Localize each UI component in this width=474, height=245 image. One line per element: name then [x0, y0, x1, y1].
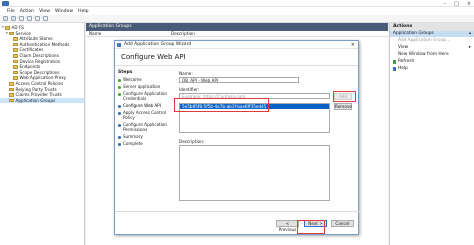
- cancel-button[interactable]: Cancel: [331, 220, 354, 227]
- action-refresh[interactable]: Refresh: [390, 58, 474, 65]
- help-icon: [392, 67, 396, 71]
- folder-icon: [13, 37, 18, 41]
- results-header: Application Groups: [86, 23, 388, 31]
- step-label: Configure Web API: [123, 102, 161, 108]
- action-label: New Window from Here: [398, 52, 449, 57]
- up-folder-icon[interactable]: [19, 16, 24, 21]
- step-current-icon: [118, 104, 121, 108]
- actions-pane: Actions Application Groups ▴ Add Applica…: [389, 23, 474, 245]
- refresh-icon: [392, 60, 396, 64]
- step-label: Apply Access Control Policy: [123, 110, 166, 120]
- wizard-title: Add Application Group Wizard: [124, 42, 192, 47]
- submenu-arrow-icon: ▸: [468, 45, 471, 50]
- step-label: Summary: [123, 133, 143, 139]
- step-pending-icon: [118, 123, 121, 127]
- menu-view[interactable]: View: [39, 9, 50, 14]
- folder-icon: [13, 53, 18, 58]
- toolbar: [0, 15, 474, 23]
- step-label: Server application: [123, 84, 161, 90]
- tree-item-label: Application Groups: [15, 97, 56, 103]
- column-headers: Name Description: [86, 31, 388, 37]
- step-pending-icon: [118, 142, 121, 146]
- app-icon: [2, 1, 9, 6]
- wizard-titlebar: Add Application Group Wizard ×: [115, 41, 358, 49]
- close-icon[interactable]: ×: [351, 41, 355, 49]
- action-label: Help: [398, 66, 408, 71]
- show-hide-tree-icon[interactable]: [27, 16, 32, 21]
- step-pending-icon: [118, 135, 121, 139]
- wizard-steps: Steps Welcome Server application Configu…: [115, 67, 172, 207]
- folder-icon: [9, 98, 14, 103]
- action-label: View: [398, 45, 409, 50]
- step-complete-icon: [118, 85, 121, 89]
- step-summary: Summary: [118, 133, 172, 140]
- window-titlebar: – □ ×: [0, 0, 474, 7]
- console-tree: ▾ AD FS ▾ Service Attribute Stores Authe…: [0, 23, 85, 245]
- identifier-label: Identifier:: [179, 87, 200, 92]
- action-view[interactable]: View ▸: [390, 44, 474, 51]
- step-complete: Complete: [118, 140, 172, 147]
- folder-icon: [9, 31, 14, 36]
- maximize-icon[interactable]: □: [454, 1, 459, 7]
- step-configure-web-api: Configure Web API: [118, 102, 172, 109]
- menu-action[interactable]: Action: [20, 9, 34, 14]
- actions-header: Actions: [390, 23, 474, 31]
- name-field[interactable]: OB_API - Web API: [179, 77, 299, 83]
- wizard-icon: [117, 43, 121, 47]
- folder-icon: [13, 48, 18, 52]
- highlight-next-button-annotation: [297, 220, 325, 234]
- action-add-application-group[interactable]: Add Application Group...: [390, 37, 474, 44]
- step-label: Configure Application Credentials: [123, 91, 168, 101]
- action-label: Add Application Group...: [398, 38, 451, 43]
- step-label: Welcome: [123, 77, 142, 82]
- tree-item-application-groups[interactable]: Application Groups: [0, 97, 84, 104]
- step-label: Configure Application Permissions: [123, 121, 168, 132]
- folder-icon: [13, 65, 18, 69]
- highlight-add-button-annotation: [333, 91, 356, 102]
- window-controls: – □ ×: [444, 0, 471, 7]
- back-icon[interactable]: [3, 16, 8, 21]
- folder-icon: [5, 26, 10, 30]
- action-label: Refresh: [398, 59, 415, 64]
- step-label: Complete: [123, 140, 143, 146]
- step-pending-icon: [118, 111, 121, 115]
- column-header-description[interactable]: Description: [171, 31, 195, 36]
- description-label: Description:: [179, 139, 205, 144]
- step-welcome: Welcome: [118, 77, 172, 83]
- step-configure-application-credentials: Configure Application Credentials: [118, 91, 172, 101]
- menu-help[interactable]: Help: [78, 9, 88, 14]
- forward-icon[interactable]: [11, 16, 16, 21]
- step-configure-application-permissions: Configure Application Permissions: [118, 121, 172, 132]
- action-help[interactable]: Help: [390, 65, 474, 72]
- folder-icon: [9, 81, 14, 86]
- wizard-heading: Configure Web API: [115, 49, 358, 66]
- minimize-icon[interactable]: –: [444, 1, 447, 7]
- add-application-group-wizard: Add Application Group Wizard × Configure…: [114, 40, 360, 235]
- web-api-form: Name: OB_API - Web API Identifier: Examp…: [177, 69, 355, 209]
- remove-button[interactable]: Remove: [334, 103, 352, 110]
- properties-icon[interactable]: [43, 16, 48, 21]
- folder-icon: [9, 93, 14, 97]
- menu-file[interactable]: File: [7, 9, 15, 14]
- menu-window[interactable]: Window: [55, 9, 73, 14]
- name-label: Name:: [179, 71, 193, 76]
- step-complete-icon: [118, 78, 121, 82]
- highlight-identifier-annotation: [174, 98, 269, 112]
- previous-button[interactable]: < Previous: [276, 220, 299, 232]
- step-apply-access-control-policy: Apply Access Control Policy: [118, 110, 172, 120]
- close-icon[interactable]: ×: [467, 1, 471, 7]
- step-server-application: Server application: [118, 84, 172, 90]
- menu-bar: File Action View Window Help: [0, 7, 474, 15]
- column-header-name[interactable]: Name: [86, 31, 171, 36]
- folder-icon: [13, 59, 18, 64]
- help-icon[interactable]: [35, 16, 40, 21]
- folder-icon: [13, 76, 18, 80]
- action-new-window[interactable]: New Window from Here: [390, 51, 474, 58]
- steps-title: Steps: [118, 70, 133, 75]
- folder-icon: [13, 42, 18, 47]
- step-complete-icon: [118, 93, 121, 97]
- description-textarea[interactable]: [179, 145, 330, 201]
- folder-icon: [13, 70, 18, 75]
- folder-icon: [9, 87, 14, 92]
